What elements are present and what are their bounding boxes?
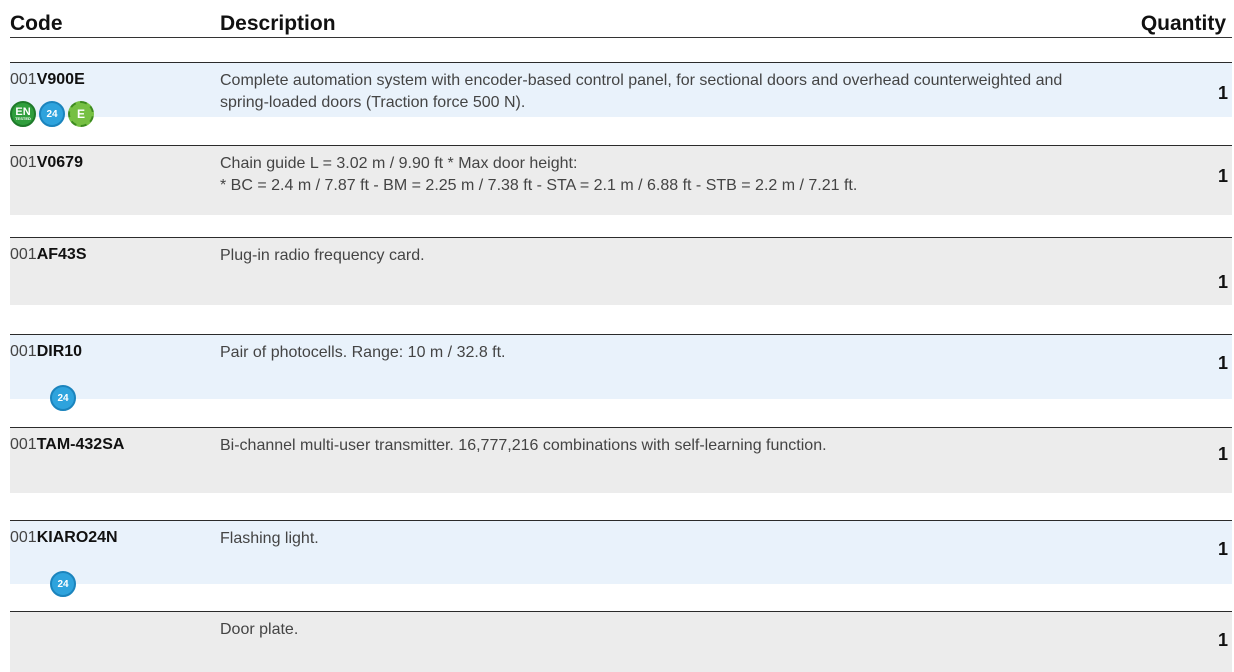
24v-icon: 24 bbox=[50, 385, 76, 411]
product-description: Chain guide L = 3.02 m / 9.90 ft * Max d… bbox=[220, 153, 1100, 197]
product-description: Door plate. bbox=[220, 621, 299, 638]
code-prefix: 001 bbox=[10, 436, 37, 453]
product-description: Bi-channel multi-user transmitter. 16,77… bbox=[220, 437, 827, 454]
description-line: * BC = 2.4 m / 7.87 ft - BM = 2.25 m / 7… bbox=[220, 177, 858, 194]
code-prefix: 001 bbox=[10, 154, 37, 171]
table-row: 001V900E Complete automation system with… bbox=[10, 62, 1232, 127]
certification-badges: 24 bbox=[50, 571, 76, 597]
product-quantity: 1 bbox=[1217, 630, 1228, 650]
certification-badges: 24 bbox=[50, 385, 76, 411]
code-main: DIR10 bbox=[36, 343, 83, 360]
column-header-quantity: Quantity bbox=[1140, 12, 1226, 35]
24v-icon: 24 bbox=[39, 101, 65, 127]
product-quantity: 1 bbox=[1217, 539, 1228, 559]
table-row: Door plate. 1 bbox=[10, 611, 1232, 672]
product-description: Complete automation system with encoder-… bbox=[220, 72, 1063, 111]
product-quantity: 1 bbox=[1217, 444, 1228, 464]
volt-badge-text: 24 bbox=[57, 578, 69, 590]
product-quantity: 1 bbox=[1217, 353, 1228, 373]
product-code: 001DIR10 bbox=[10, 343, 82, 361]
product-quantity: 1 bbox=[1217, 272, 1228, 292]
volt-badge-text: 24 bbox=[46, 108, 58, 120]
product-code: 001V900E bbox=[10, 71, 85, 89]
en-tested-icon: EN TESTED bbox=[10, 101, 36, 127]
product-description: Plug-in radio frequency card. bbox=[220, 247, 425, 264]
product-description: Flashing light. bbox=[220, 530, 319, 547]
certification-badges: EN TESTED 24 E bbox=[10, 101, 94, 127]
product-code: 001V0679 bbox=[10, 154, 83, 172]
table-row: 001AF43S Plug-in radio frequency card. 1 bbox=[10, 237, 1232, 305]
table-row: 001KIARO24N Flashing light. 1 24 bbox=[10, 520, 1232, 597]
code-main: V0679 bbox=[36, 154, 83, 171]
en-badge-subtext: TESTED bbox=[15, 115, 31, 121]
code-main: AF43S bbox=[36, 246, 87, 263]
code-prefix: 001 bbox=[10, 529, 37, 546]
code-prefix: 001 bbox=[10, 71, 37, 88]
product-code: 001KIARO24N bbox=[10, 529, 118, 547]
code-prefix: 001 bbox=[10, 246, 37, 263]
product-quantity: 1 bbox=[1217, 166, 1228, 186]
24v-icon: 24 bbox=[50, 571, 76, 597]
table-row: 001DIR10 Pair of photocells. Range: 10 m… bbox=[10, 334, 1232, 411]
column-header-description: Description bbox=[220, 12, 336, 35]
header-divider bbox=[10, 37, 1232, 38]
product-code: 001TAM-432SA bbox=[10, 436, 124, 454]
table-row: 001TAM-432SA Bi-channel multi-user trans… bbox=[10, 427, 1232, 493]
table-row: 001V0679 Chain guide L = 3.02 m / 9.90 f… bbox=[10, 145, 1232, 215]
volt-badge-text: 24 bbox=[57, 392, 69, 404]
code-main: KIARO24N bbox=[36, 529, 118, 546]
product-code: 001AF43S bbox=[10, 246, 87, 264]
energy-badge-text: E bbox=[76, 107, 85, 121]
code-prefix: 001 bbox=[10, 343, 37, 360]
energy-saving-icon: E bbox=[68, 101, 94, 127]
code-main: V900E bbox=[36, 71, 85, 88]
product-description: Pair of photocells. Range: 10 m / 32.8 f… bbox=[220, 344, 506, 361]
column-header-code: Code bbox=[10, 12, 63, 35]
code-main: TAM-432SA bbox=[36, 436, 125, 453]
description-line: Chain guide L = 3.02 m / 9.90 ft * Max d… bbox=[220, 155, 578, 172]
product-quantity: 1 bbox=[1217, 83, 1228, 103]
